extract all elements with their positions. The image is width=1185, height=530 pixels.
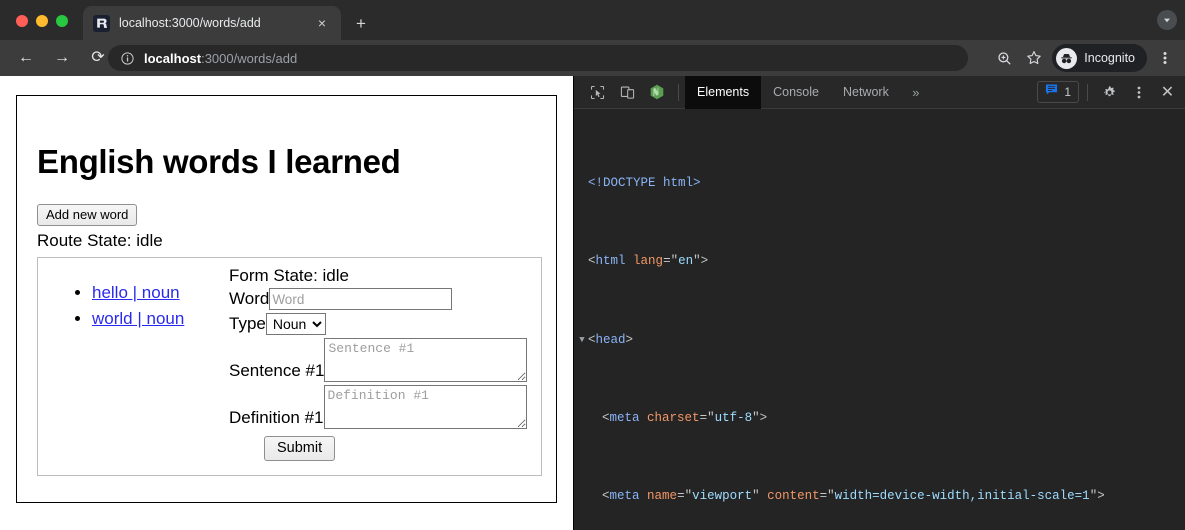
devtools-toolbar: Elements Console Network » 1 — [574, 76, 1185, 109]
incognito-avatar-icon — [1056, 48, 1077, 69]
address-bar[interactable]: localhost:3000/words/add — [108, 45, 968, 71]
word-link[interactable]: hello | noun — [92, 283, 180, 302]
tab-network[interactable]: Network — [831, 76, 901, 109]
nodejs-icon[interactable] — [642, 79, 672, 105]
back-button[interactable]: ← — [12, 44, 40, 72]
sentence-field-label: Sentence #1 — [229, 360, 324, 382]
message-bubble-icon — [1045, 83, 1058, 101]
definition-field-row: Definition #1 — [229, 385, 539, 429]
type-field-label: Type — [229, 313, 266, 335]
page-title: English words I learned — [37, 143, 556, 181]
attr-value: utf-8 — [715, 411, 753, 425]
dom-row-html[interactable]: <html lang="en"> — [574, 252, 1185, 272]
route-state-text: Route State: idle — [37, 231, 556, 251]
gear-icon[interactable] — [1096, 79, 1123, 105]
incognito-indicator[interactable]: Incognito — [1052, 44, 1147, 72]
type-field-row: Type Noun — [229, 313, 539, 335]
attr-name: lang — [633, 254, 663, 268]
close-window-button[interactable] — [16, 15, 28, 27]
browser-tab[interactable]: localhost:3000/words/add × — [83, 6, 341, 40]
add-new-word-button[interactable]: Add new word — [37, 204, 137, 226]
url-host: localhost — [144, 51, 201, 66]
star-icon[interactable] — [1020, 44, 1048, 72]
dom-row-meta-charset[interactable]: <meta charset="utf-8"> — [574, 409, 1185, 429]
tab-elements[interactable]: Elements — [685, 76, 761, 109]
kebab-menu-icon[interactable] — [1125, 79, 1152, 105]
close-devtools-icon[interactable]: ✕ — [1154, 79, 1181, 105]
browser-tab-bar: localhost:3000/words/add × + — [0, 0, 1185, 40]
tag-name: head — [596, 333, 626, 347]
forward-button[interactable]: → — [48, 44, 76, 72]
url-path: :3000/words/add — [201, 51, 297, 66]
toolbar-divider — [678, 84, 679, 101]
attr-name: content — [767, 489, 820, 503]
browser-tab-title: localhost:3000/words/add — [119, 16, 307, 30]
message-count: 1 — [1064, 85, 1071, 99]
minimize-window-button[interactable] — [36, 15, 48, 27]
list-item: hello | noun — [92, 280, 184, 306]
remix-logo-icon — [93, 15, 110, 32]
device-toolbar-icon[interactable] — [612, 79, 642, 105]
attr-name: name — [647, 489, 677, 503]
sentence-textarea[interactable] — [324, 338, 527, 382]
window-dropdown-icon[interactable] — [1157, 10, 1177, 30]
status-badge[interactable]: 1 — [1037, 81, 1079, 103]
attr-value: width=device-width,initial-scale=1 — [835, 489, 1090, 503]
toolbar-divider — [1087, 84, 1088, 101]
word-field-row: Word — [229, 288, 539, 310]
word-input[interactable] — [269, 288, 452, 310]
close-tab-icon[interactable]: × — [313, 14, 331, 32]
expand-toggle-icon[interactable]: ▼ — [576, 331, 588, 351]
tab-console[interactable]: Console — [761, 76, 831, 109]
kebab-menu-icon[interactable] — [1151, 44, 1179, 72]
devtools-toolbar-actions: 1 ✕ — [1037, 79, 1181, 105]
add-word-form: Form State: idle Word Type Noun Sentence… — [229, 266, 539, 461]
page-content-card: English words I learned Add new word Rou… — [16, 95, 557, 503]
inspect-element-icon[interactable] — [582, 79, 612, 105]
maximize-window-button[interactable] — [56, 15, 68, 27]
doctype-text: <!DOCTYPE html> — [588, 176, 701, 190]
dom-row-doctype[interactable]: <!DOCTYPE html> — [574, 174, 1185, 194]
attr-value: viewport — [692, 489, 752, 503]
zoom-search-icon[interactable] — [990, 44, 1018, 72]
definition-textarea[interactable] — [324, 385, 527, 429]
definition-field-label: Definition #1 — [229, 407, 324, 429]
browser-toolbar: ← → ⟳ localhost:3000/words/add — [0, 40, 1185, 76]
attr-name: charset — [647, 411, 700, 425]
more-tabs-icon[interactable]: » — [901, 79, 931, 105]
attr-value: en — [678, 254, 693, 268]
form-state-text: Form State: idle — [229, 266, 539, 286]
site-info-icon[interactable] — [120, 51, 134, 65]
sentence-field-row: Sentence #1 — [229, 338, 539, 382]
new-tab-button[interactable]: + — [350, 12, 372, 34]
browser-window: localhost:3000/words/add × + ← → ⟳ local… — [0, 0, 1185, 530]
word-link[interactable]: world | noun — [92, 309, 184, 328]
toolbar-actions: Incognito — [990, 44, 1179, 72]
dom-row-head[interactable]: ▼<head> — [574, 331, 1185, 351]
submit-button[interactable]: Submit — [264, 436, 335, 461]
devtools-panel: Elements Console Network » 1 — [573, 76, 1185, 530]
incognito-label: Incognito — [1084, 51, 1135, 65]
tag-name: html — [596, 254, 626, 268]
type-select[interactable]: Noun — [266, 313, 326, 335]
words-list: hello | noun world | noun — [68, 280, 184, 332]
word-form-section: hello | noun world | noun Form State: id… — [37, 257, 542, 476]
window-traffic-lights — [16, 15, 68, 27]
word-field-label: Word — [229, 288, 269, 310]
dom-tree: <!DOCTYPE html> <html lang="en"> ▼<head>… — [574, 109, 1185, 530]
dom-row-meta-viewport[interactable]: <meta name="viewport" content="width=dev… — [574, 487, 1185, 507]
page-viewport: English words I learned Add new word Rou… — [0, 76, 573, 530]
list-item: world | noun — [92, 306, 184, 332]
